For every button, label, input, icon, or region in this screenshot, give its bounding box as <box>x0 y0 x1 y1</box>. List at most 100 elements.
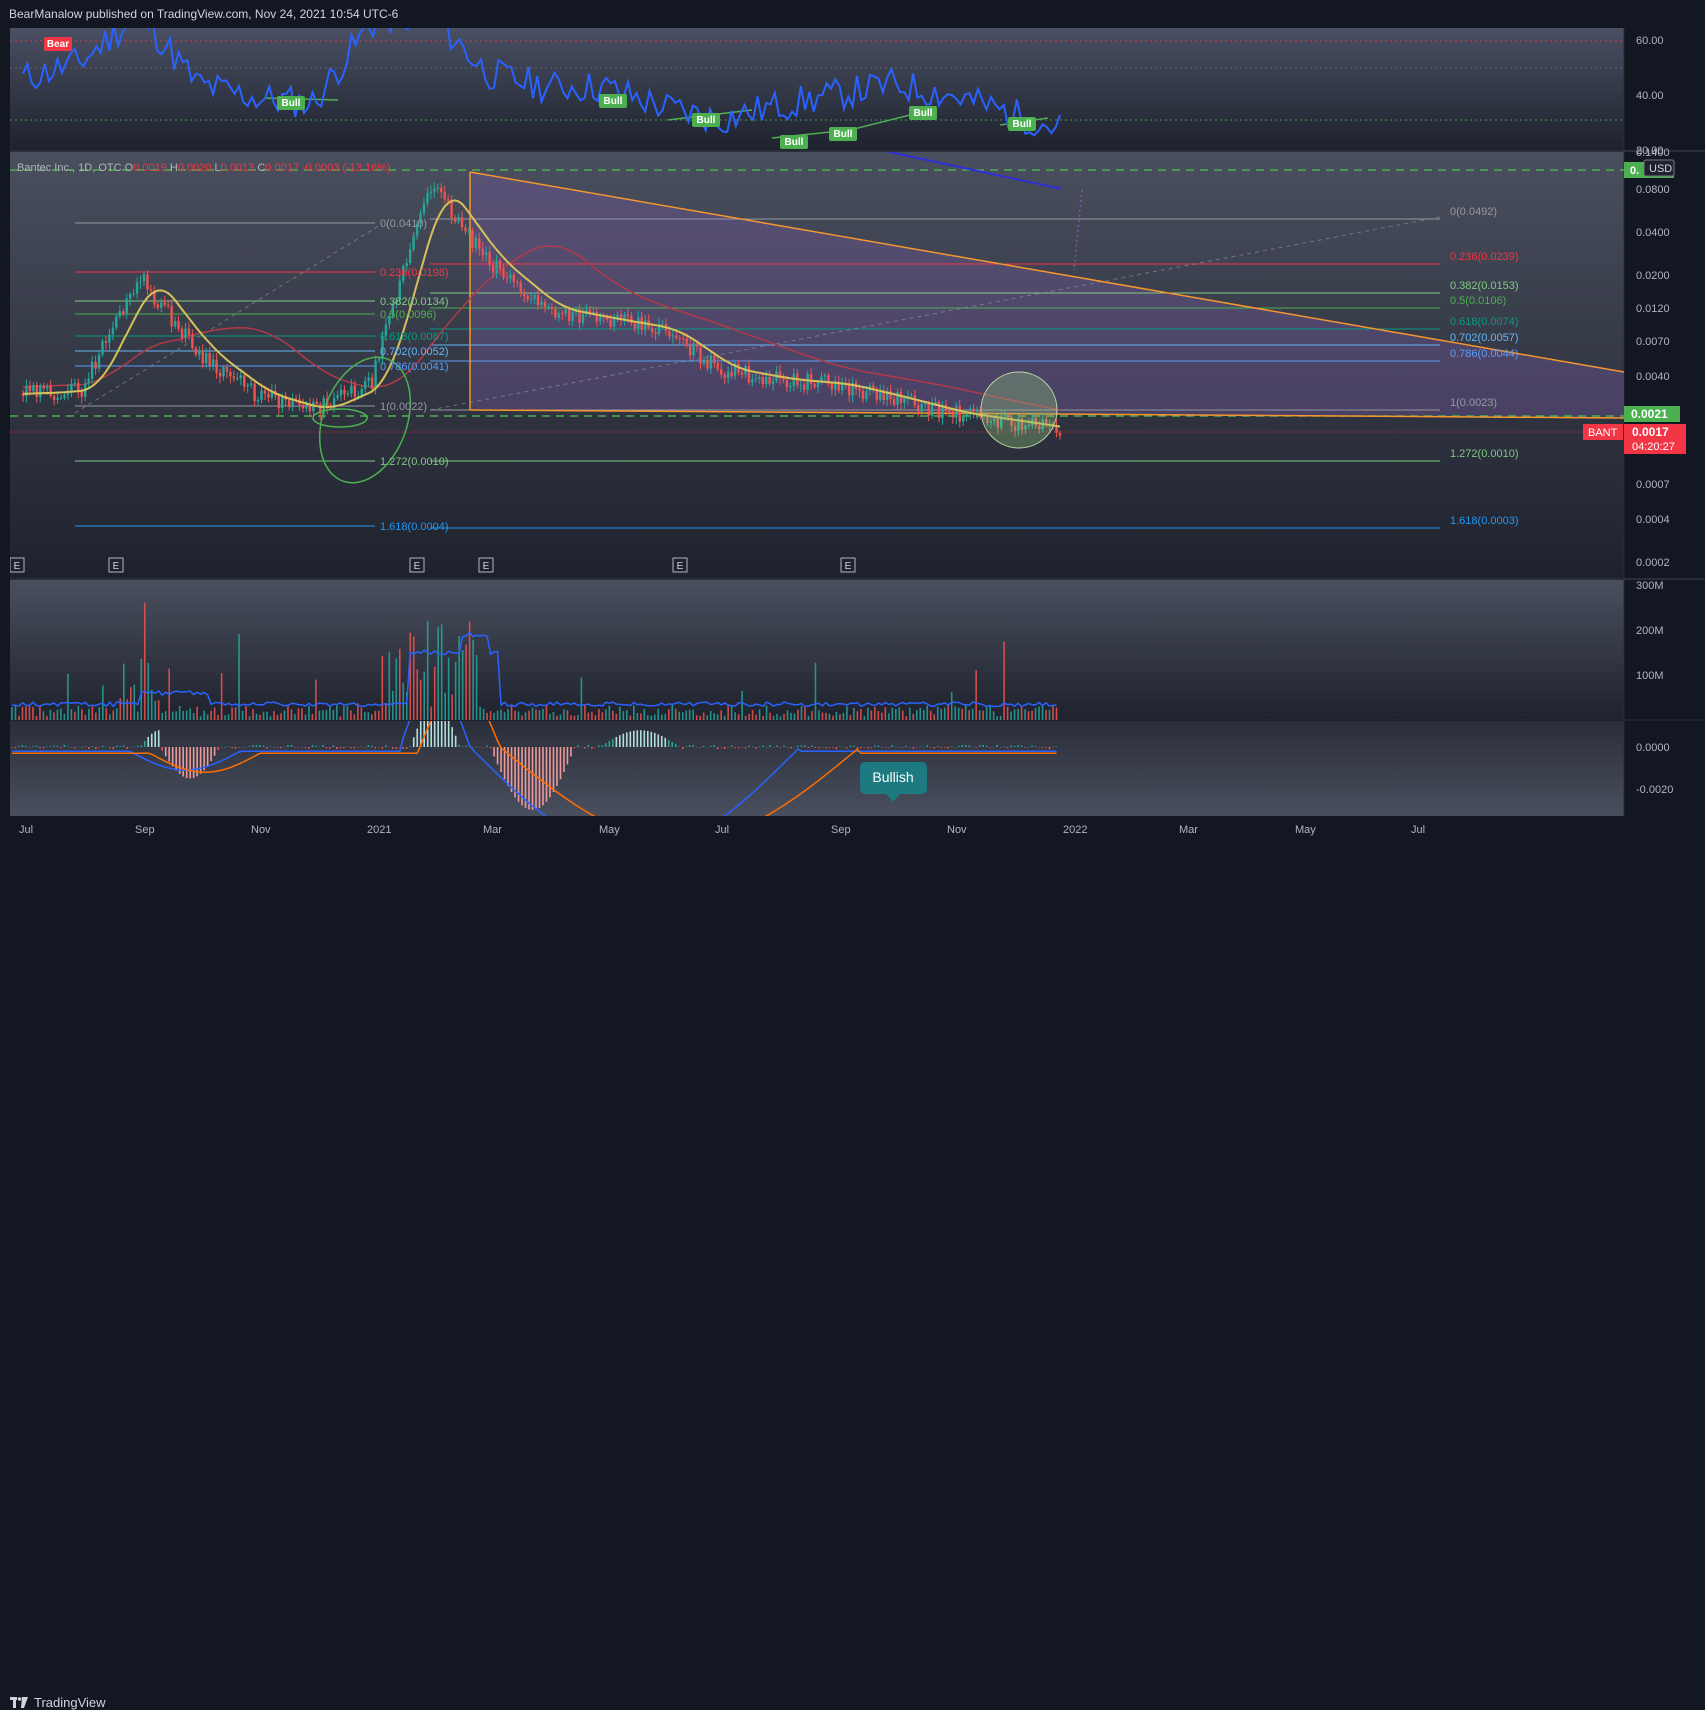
volume-bar <box>185 710 188 720</box>
macd-histogram-bar <box>346 746 349 747</box>
price-tick-label: 0.0007 <box>1636 479 1670 491</box>
volume-bar <box>53 712 55 720</box>
volume-bar <box>908 707 911 720</box>
macd-histogram-bar <box>486 745 488 747</box>
macd-histogram-bar <box>888 747 890 748</box>
macd-histogram-bar <box>122 745 125 747</box>
rsi-signal-label: Bull <box>1013 119 1032 130</box>
price-candle-body <box>77 382 80 392</box>
volume-bar <box>657 708 660 720</box>
volume-bar <box>482 708 485 720</box>
price-candle-body <box>339 389 343 396</box>
volume-bar <box>213 707 216 720</box>
price-candle-body <box>128 294 132 299</box>
volume-bar <box>419 679 422 720</box>
price-candle-body <box>201 350 204 364</box>
macd-histogram-bar <box>996 744 998 747</box>
volume-bar <box>315 679 317 720</box>
macd-histogram-bar <box>755 747 757 749</box>
macd-histogram-bar <box>779 747 782 748</box>
rsi-signal-label: Bull <box>697 115 716 126</box>
price-candle-body <box>215 359 218 373</box>
price-candle-body <box>599 316 602 322</box>
macd-histogram-bar <box>528 747 530 810</box>
volume-bar <box>1006 706 1009 720</box>
volume-bar <box>870 710 873 720</box>
volume-bar <box>517 711 520 720</box>
price-candle-body <box>467 229 471 232</box>
macd-histogram-bar <box>126 747 129 749</box>
macd-histogram-bar <box>783 745 785 747</box>
macd-histogram-bar <box>818 747 820 748</box>
macd-histogram-bar <box>315 745 317 747</box>
price-tick-label: 0.1400 <box>1636 147 1670 159</box>
price-candle-body <box>498 260 502 269</box>
price-candle-body <box>813 383 816 387</box>
volume-bar <box>528 710 530 720</box>
macd-histogram-bar <box>171 747 174 767</box>
price-candle-body <box>491 265 495 273</box>
rsi-signal-label: Bull <box>914 108 933 119</box>
volume-bar <box>570 715 572 720</box>
volume-bar <box>811 710 813 720</box>
tradingview-logo[interactable]: TradingView <box>10 1695 106 1710</box>
fib-label-right: 0.786(0.0044) <box>1450 348 1519 360</box>
price-candle-body <box>364 381 367 389</box>
volume-bar <box>989 705 991 720</box>
macd-histogram-bar <box>357 747 359 748</box>
symbol-legend-part: 0.0020 <box>178 162 215 174</box>
currency-badge[interactable]: USD <box>1649 163 1672 175</box>
volume-bar <box>950 692 953 720</box>
volume-bar <box>584 705 586 720</box>
volume-bar <box>692 709 694 720</box>
price-candle-body <box>816 381 820 387</box>
macd-histogram-bar <box>657 734 660 747</box>
macd-histogram-bar <box>14 747 17 749</box>
volume-bar <box>332 709 335 720</box>
volume-bar <box>143 602 146 720</box>
macd-histogram-bar <box>360 746 363 747</box>
price-candle-body <box>920 403 923 412</box>
volume-bar <box>1024 709 1026 720</box>
macd-histogram-bar <box>280 747 282 749</box>
volume-bar <box>957 707 960 720</box>
macd-histogram-bar <box>405 747 408 749</box>
volume-bar <box>329 706 331 720</box>
macd-histogram-bar <box>919 746 922 748</box>
volume-bar <box>559 714 562 720</box>
volume-bar <box>664 713 667 720</box>
macd-histogram-bar <box>1038 747 1040 748</box>
price-candle-body <box>481 248 484 256</box>
volume-bar <box>507 709 509 720</box>
price-candle-body <box>367 377 370 382</box>
macd-histogram-bar <box>601 745 604 747</box>
macd-histogram-bar <box>378 747 380 748</box>
macd-histogram-bar <box>336 747 338 750</box>
volume-bar <box>964 705 967 720</box>
macd-histogram-bar <box>999 747 1002 748</box>
chart-canvas[interactable]: Bear Bull Bull Bull Bull Bull Bull Bull 60.00 40… <box>0 0 1705 878</box>
volume-bar <box>384 704 387 720</box>
price-candle-body <box>166 304 170 306</box>
macd-histogram-bar <box>224 746 226 748</box>
volume-bar <box>678 711 681 720</box>
price-candle-body <box>564 309 567 314</box>
macd-histogram-bar <box>908 747 911 748</box>
macd-histogram-bar <box>182 747 184 777</box>
volume-bar <box>601 712 604 720</box>
macd-histogram-bar <box>164 747 167 757</box>
volume-bar <box>933 714 936 720</box>
price-candle-body <box>823 375 827 377</box>
macd-histogram-bar <box>552 747 555 793</box>
fib-label-left: 0.5(0.0096) <box>380 309 436 321</box>
macd-tick-label: -0.0020 <box>1636 784 1673 796</box>
price-candle-body <box>218 372 222 377</box>
time-tick-label: Nov <box>251 824 271 836</box>
macd-histogram-bar <box>259 745 261 747</box>
time-tick-label: Nov <box>947 824 967 836</box>
volume-bar <box>898 707 901 720</box>
volume-bar <box>713 713 715 720</box>
macd-histogram-bar <box>626 732 628 747</box>
volume-bar <box>521 715 523 720</box>
macd-histogram-bar <box>902 747 904 748</box>
